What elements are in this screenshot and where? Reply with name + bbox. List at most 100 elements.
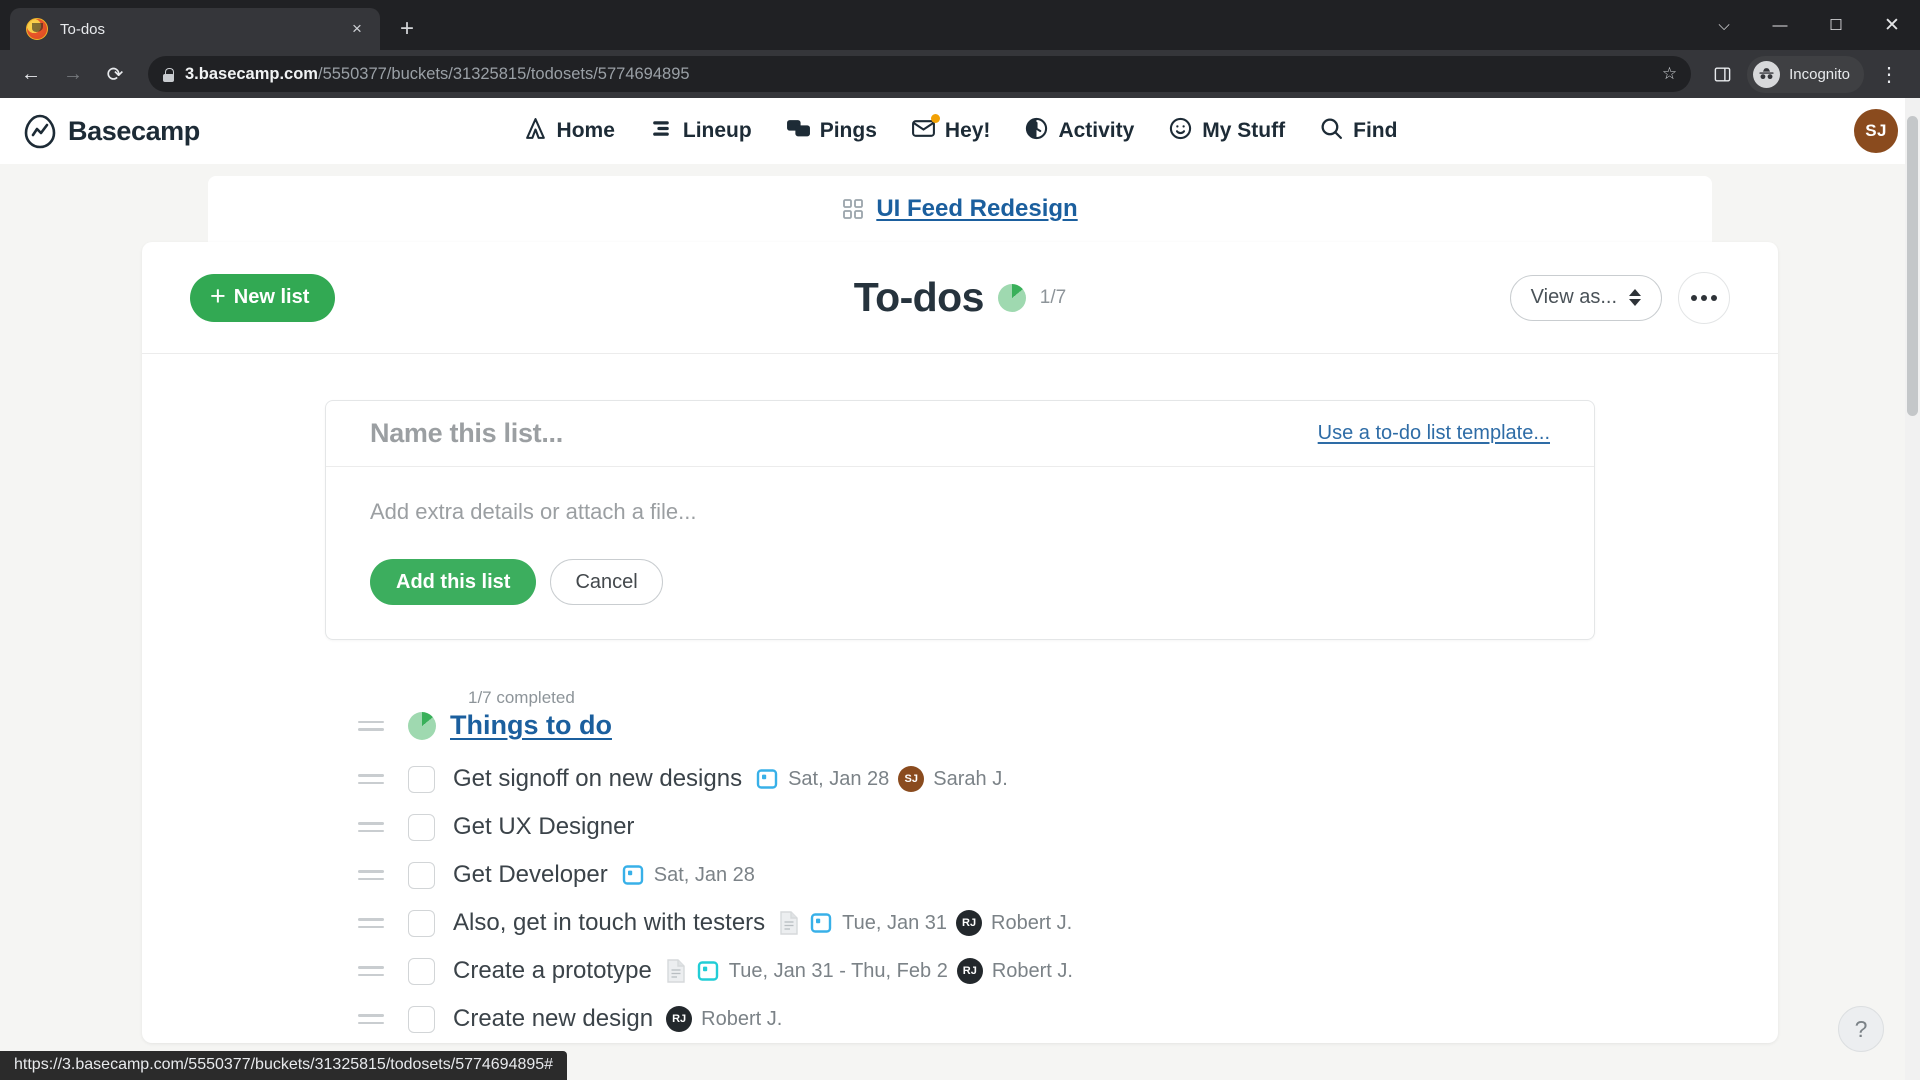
list-progress-pie-icon — [408, 711, 436, 740]
todo-list-header: 1/7 completed Things to do — [358, 688, 1730, 741]
nav-label-activity: Activity — [1058, 119, 1135, 142]
mystuff-icon — [1168, 116, 1193, 147]
todo-item[interactable]: Create a prototype Tue, Jan 31 - Thu, Fe… — [358, 947, 1730, 995]
assignee-name: Sarah J. — [933, 767, 1008, 790]
incognito-indicator[interactable]: Incognito — [1747, 55, 1864, 93]
maximize-icon[interactable]: ☐ — [1808, 0, 1864, 50]
pings-icon — [786, 116, 811, 147]
todo-item[interactable]: Create new design RJ Robert J. — [358, 995, 1730, 1043]
new-list-form: Name this list... Use a to-do list templ… — [325, 400, 1595, 640]
list-name-input[interactable]: Name this list... — [370, 418, 563, 449]
minimize-icon[interactable]: — — [1752, 0, 1808, 50]
scrollbar-thumb[interactable] — [1907, 116, 1918, 416]
todo-checkbox[interactable] — [408, 861, 435, 889]
new-list-actions: Add this list Cancel — [326, 525, 1594, 639]
status-bar-url: https://3.basecamp.com/5550377/buckets/3… — [0, 1051, 568, 1080]
view-as-button[interactable]: View as... — [1509, 274, 1662, 321]
new-list-name-row: Name this list... Use a to-do list templ… — [326, 401, 1594, 467]
drag-handle-icon[interactable] — [358, 822, 384, 832]
assignee-avatar: SJ — [898, 766, 925, 792]
assignee-name: Robert J. — [991, 911, 1073, 934]
todo-due-date: Sat, Jan 28 — [788, 767, 890, 790]
nav-item-activity[interactable]: Activity — [1024, 116, 1134, 147]
document-icon — [665, 958, 687, 984]
app-nav: Home Lineup Pings Hey! Activity My Stuff… — [0, 113, 1920, 147]
add-this-list-button[interactable]: Add this list — [370, 559, 537, 605]
todo-text: Create new design — [453, 1005, 654, 1032]
drag-handle-icon[interactable] — [358, 720, 384, 731]
basecamp-header: Basecamp Home Lineup Pings Hey! Activity… — [0, 98, 1920, 164]
project-name-link[interactable]: UI Feed Redesign — [876, 195, 1077, 223]
nav-item-hey[interactable]: Hey! — [911, 113, 990, 147]
drag-handle-icon[interactable] — [358, 774, 384, 784]
todo-checkbox[interactable] — [408, 957, 435, 985]
sidepanel-icon[interactable] — [1703, 55, 1741, 93]
new-list-button[interactable]: + New list — [190, 273, 336, 322]
nav-label-find: Find — [1353, 119, 1398, 142]
todo-item[interactable]: Also, get in touch with testers Tue, Jan… — [358, 899, 1730, 947]
card-header: + New list To-dos 1/7 View as... — [142, 242, 1778, 354]
url-path: /5550377/buckets/31325815/todosets/57746… — [317, 64, 690, 83]
todo-checkbox[interactable] — [408, 909, 435, 937]
todo-checkbox[interactable] — [408, 813, 435, 841]
todos-card: + New list To-dos 1/7 View as... Name th… — [142, 242, 1778, 1043]
browser-tab[interactable]: To-dos × — [10, 8, 380, 50]
todo-item[interactable]: Get UX Designer — [358, 803, 1730, 851]
list-details-input[interactable]: Add extra details or attach a file... — [370, 499, 697, 524]
todo-item[interactable]: Get signoff on new designs Sat, Jan 28 S… — [358, 755, 1730, 803]
back-button[interactable]: ← — [12, 55, 50, 93]
completed-count: 1/7 completed — [468, 688, 575, 707]
assignee-name: Robert J. — [991, 959, 1073, 982]
dot — [1691, 294, 1697, 301]
page-scrollbar[interactable] — [1905, 98, 1920, 1080]
project-banner: UI Feed Redesign — [208, 176, 1712, 242]
tab-title: To-dos — [60, 20, 106, 38]
todo-text: Create a prototype — [453, 957, 652, 984]
todo-list-title-link[interactable]: Things to do — [450, 710, 612, 741]
drag-handle-icon[interactable] — [358, 1014, 384, 1024]
calendar-icon — [809, 911, 833, 935]
calendar-range-icon — [696, 959, 720, 983]
close-tab-icon[interactable]: × — [344, 16, 370, 42]
browser-menu-icon[interactable]: ⋮ — [1870, 55, 1908, 93]
nav-item-my-stuff[interactable]: My Stuff — [1168, 116, 1285, 147]
card-body: Name this list... Use a to-do list templ… — [142, 354, 1778, 1043]
nav-item-home[interactable]: Home — [523, 116, 615, 147]
nav-item-lineup[interactable]: Lineup — [649, 116, 752, 147]
more-options-button[interactable] — [1678, 271, 1730, 324]
address-bar[interactable]: 3.basecamp.com/5550377/buckets/31325815/… — [148, 56, 1692, 92]
todo-due-date: Tue, Jan 31 - Thu, Feb 2 — [728, 959, 948, 982]
card-header-actions: View as... — [1509, 271, 1730, 324]
toolbar-right: Incognito ⋮ — [1703, 55, 1908, 93]
todo-item[interactable]: Get Developer Sat, Jan 28 — [358, 851, 1730, 899]
basecamp-logo-icon — [22, 113, 58, 149]
calendar-icon — [621, 863, 645, 887]
activity-icon — [1024, 116, 1049, 147]
new-tab-button[interactable]: + — [390, 12, 424, 46]
nav-item-pings[interactable]: Pings — [786, 116, 877, 147]
browser-window: To-dos × + ⌵ — ☐ ✕ ← → ⟳ 3.basecamp.com/… — [0, 0, 1920, 1080]
tab-strip: To-dos × + ⌵ — ☐ ✕ — [0, 0, 1920, 50]
drag-handle-icon[interactable] — [358, 966, 384, 976]
basecamp-logo[interactable]: Basecamp — [22, 113, 200, 149]
help-button[interactable]: ? — [1838, 1006, 1884, 1052]
todo-checkbox[interactable] — [408, 1005, 435, 1033]
view-as-label: View as... — [1530, 286, 1617, 308]
cancel-button[interactable]: Cancel — [550, 559, 663, 605]
todo-items: Get signoff on new designs Sat, Jan 28 S… — [358, 755, 1730, 1043]
nav-item-find[interactable]: Find — [1319, 116, 1397, 147]
incognito-icon — [1753, 60, 1781, 88]
drag-handle-icon[interactable] — [358, 918, 384, 928]
todo-checkbox[interactable] — [408, 765, 435, 793]
drag-handle-icon[interactable] — [358, 870, 384, 880]
grid-icon — [842, 198, 864, 220]
assignee-name: Robert J. — [701, 1007, 783, 1030]
reload-button[interactable]: ⟳ — [96, 55, 134, 93]
bookmark-icon[interactable]: ☆ — [1662, 64, 1677, 84]
close-window-icon[interactable]: ✕ — [1864, 0, 1920, 50]
document-icon — [778, 910, 800, 936]
minimize-all-icon[interactable]: ⌵ — [1696, 0, 1752, 50]
chevron-updown-icon — [1629, 289, 1641, 306]
account-avatar[interactable]: SJ — [1854, 109, 1898, 153]
use-template-link[interactable]: Use a to-do list template... — [1318, 422, 1550, 445]
